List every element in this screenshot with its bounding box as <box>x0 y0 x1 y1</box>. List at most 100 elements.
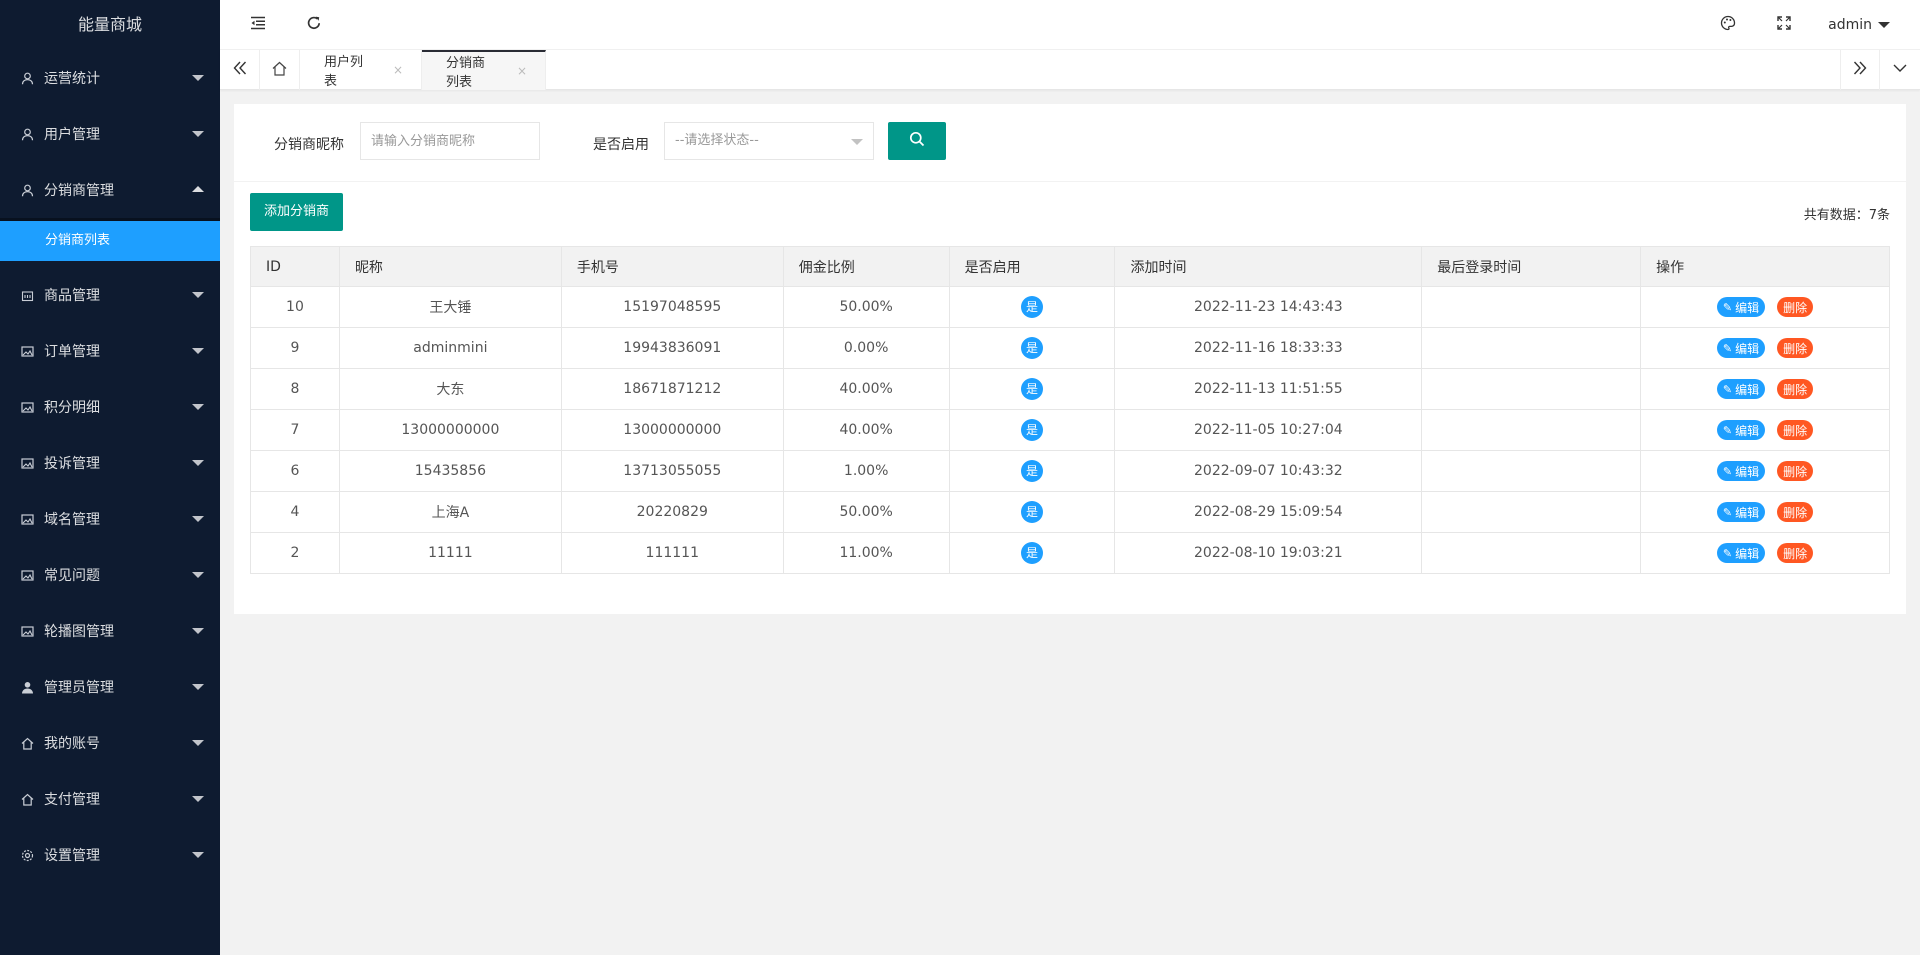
edit-label: 编辑 <box>1735 423 1760 438</box>
enabled-badge[interactable]: 是 <box>1021 542 1044 564</box>
column-header-nickname[interactable]: 昵称 <box>338 246 562 287</box>
cell-commission: 40.00% <box>782 409 950 451</box>
sidebar-item-payment-management[interactable]: 支付管理 <box>0 771 220 827</box>
cell-id: 10 <box>250 286 340 328</box>
cell-actions: ✎ 编辑 删除 <box>1640 327 1890 369</box>
column-header-enabled[interactable]: 是否启用 <box>948 246 1116 287</box>
edit-button[interactable]: ✎ 编辑 <box>1716 502 1766 522</box>
enabled-status-select[interactable]: --请选择状态-- <box>664 122 874 160</box>
sidebar-item-domain-management[interactable]: 域名管理 <box>0 491 220 547</box>
sidebar-item-points-detail[interactable]: 积分明细 <box>0 379 220 435</box>
pencil-icon: ✎ <box>1722 464 1733 478</box>
table-header-row: ID 昵称 手机号 佣金比例 是否启用 添加时间 最后登录时间 操作 <box>250 246 1890 287</box>
column-header-added-time[interactable]: 添加时间 <box>1114 246 1423 287</box>
tab-menu-button[interactable] <box>1880 50 1920 90</box>
sidebar-item-label: 设置管理 <box>44 848 100 864</box>
tab-scroll-left-button[interactable] <box>220 50 260 90</box>
delete-button[interactable]: 删除 <box>1777 338 1814 358</box>
enabled-badge[interactable]: 是 <box>1021 296 1044 318</box>
edit-button[interactable]: ✎ 编辑 <box>1716 420 1766 440</box>
chevron-down-icon <box>192 404 204 410</box>
table-row: 9 adminmini 19943836091 0.00% 是 2022-11-… <box>250 327 1890 369</box>
cell-actions: ✎ 编辑 删除 <box>1640 286 1890 328</box>
sidebar-item-admin-management[interactable]: 管理员管理 <box>0 659 220 715</box>
edit-button[interactable]: ✎ 编辑 <box>1716 543 1766 563</box>
chevron-down-icon <box>192 572 204 578</box>
cell-id: 9 <box>250 327 340 369</box>
tab-scroll-right-button[interactable] <box>1840 50 1880 90</box>
close-icon[interactable]: × <box>393 63 403 77</box>
column-header-last-login[interactable]: 最后登录时间 <box>1421 246 1642 287</box>
pencil-icon: ✎ <box>1722 546 1733 560</box>
home-icon <box>20 736 34 750</box>
delete-button[interactable]: 删除 <box>1777 420 1814 440</box>
sidebar-item-goods-management[interactable]: 商品管理 <box>0 267 220 323</box>
fullscreen-button[interactable] <box>1756 0 1812 50</box>
edit-button[interactable]: ✎ 编辑 <box>1716 338 1766 358</box>
theme-button[interactable] <box>1700 0 1756 50</box>
edit-button[interactable]: ✎ 编辑 <box>1716 379 1766 399</box>
cell-nickname: 上海A <box>338 491 562 533</box>
delete-button[interactable]: 删除 <box>1777 543 1814 563</box>
edit-button[interactable]: ✎ 编辑 <box>1716 297 1766 317</box>
delete-button[interactable]: 删除 <box>1777 461 1814 481</box>
cell-id: 4 <box>250 491 340 533</box>
sidebar-item-order-management[interactable]: 订单管理 <box>0 323 220 379</box>
chevron-down-icon <box>192 131 204 137</box>
table-row: 6 15435856 13713055055 1.00% 是 2022-09-0… <box>250 450 1890 492</box>
tab-distributor-list[interactable]: 分销商列表 × <box>422 50 546 90</box>
enabled-badge[interactable]: 是 <box>1021 378 1044 400</box>
add-distributor-button[interactable]: 添加分销商 <box>250 193 344 231</box>
chevron-down-icon <box>192 852 204 858</box>
sidebar-item-settings-management[interactable]: 设置管理 <box>0 827 220 883</box>
sidebar-item-distributor-management[interactable]: 分销商管理 <box>0 162 220 218</box>
collapse-menu-button[interactable] <box>238 0 278 50</box>
edit-label: 编辑 <box>1735 464 1760 479</box>
person-icon <box>20 680 34 694</box>
column-header-actions[interactable]: 操作 <box>1640 246 1890 287</box>
cell-added-time: 2022-09-07 10:43:32 <box>1114 450 1423 492</box>
top-header: admin <box>220 0 1920 50</box>
cell-id: 8 <box>250 368 340 410</box>
sidebar-item-faq[interactable]: 常见问题 <box>0 547 220 603</box>
tab-home[interactable] <box>260 50 300 90</box>
cell-added-time: 2022-08-29 15:09:54 <box>1114 491 1423 533</box>
cell-last-login <box>1421 491 1642 533</box>
tab-user-list[interactable]: 用户列表 × <box>300 50 422 90</box>
delete-button[interactable]: 删除 <box>1777 297 1814 317</box>
nickname-search-input[interactable] <box>360 122 540 160</box>
column-header-commission[interactable]: 佣金比例 <box>782 246 950 287</box>
image-icon <box>20 624 34 638</box>
sidebar-item-label: 域名管理 <box>44 512 100 528</box>
sidebar-item-complaint-management[interactable]: 投诉管理 <box>0 435 220 491</box>
delete-button[interactable]: 删除 <box>1777 379 1814 399</box>
cell-last-login <box>1421 409 1642 451</box>
chevron-down-icon <box>192 516 204 522</box>
refresh-button[interactable] <box>294 0 334 50</box>
delete-button[interactable]: 删除 <box>1777 502 1814 522</box>
column-header-phone[interactable]: 手机号 <box>560 246 784 287</box>
sidebar-item-carousel-management[interactable]: 轮播图管理 <box>0 603 220 659</box>
sidebar-item-user-management[interactable]: 用户管理 <box>0 106 220 162</box>
cell-added-time: 2022-11-23 14:43:43 <box>1114 286 1423 328</box>
edit-label: 编辑 <box>1735 505 1760 520</box>
sidebar-subitem-distributor-list[interactable]: 分销商列表 <box>0 221 220 261</box>
enabled-badge[interactable]: 是 <box>1021 501 1044 523</box>
edit-button[interactable]: ✎ 编辑 <box>1716 461 1766 481</box>
enabled-badge[interactable]: 是 <box>1021 419 1044 441</box>
chevron-down-icon <box>192 796 204 802</box>
search-button[interactable] <box>888 122 946 160</box>
cell-enabled: 是 <box>948 450 1116 492</box>
cell-actions: ✎ 编辑 删除 <box>1640 450 1890 492</box>
enabled-badge[interactable]: 是 <box>1021 460 1044 482</box>
sidebar-item-my-account[interactable]: 我的账号 <box>0 715 220 771</box>
close-icon[interactable]: × <box>517 64 527 78</box>
column-header-id[interactable]: ID <box>250 246 340 287</box>
enabled-badge[interactable]: 是 <box>1021 337 1044 359</box>
sidebar-item-operations-stats[interactable]: 运营统计 <box>0 50 220 106</box>
header-right-tools: admin <box>1700 0 1920 50</box>
user-menu[interactable]: admin <box>1812 17 1920 33</box>
refresh-icon <box>306 15 322 35</box>
cell-added-time: 2022-08-10 19:03:21 <box>1114 532 1423 574</box>
distributor-table: ID 昵称 手机号 佣金比例 是否启用 添加时间 最后登录时间 操作 10 王大… <box>250 246 1890 574</box>
